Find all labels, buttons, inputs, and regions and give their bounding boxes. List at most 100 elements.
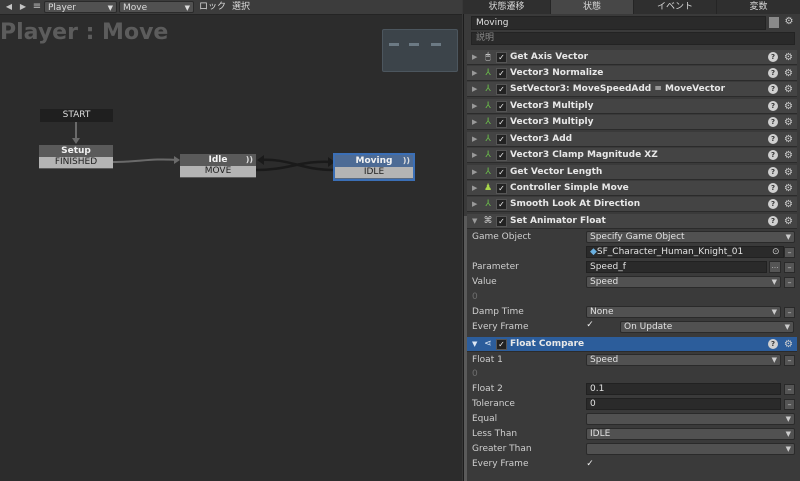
gear-icon[interactable]: ⚙ bbox=[784, 148, 793, 163]
expand-arrow-icon[interactable]: ▶ bbox=[472, 115, 477, 130]
enabled-checkbox[interactable]: ✓ bbox=[496, 101, 507, 112]
every-frame-checkbox[interactable]: ✓ bbox=[585, 320, 595, 330]
expand-arrow-icon[interactable]: ▶ bbox=[472, 181, 477, 196]
tab-variables[interactable]: 変数 bbox=[717, 0, 800, 14]
more-options-button[interactable]: … bbox=[769, 261, 781, 273]
enabled-checkbox[interactable]: ✓ bbox=[496, 339, 507, 350]
gear-icon[interactable]: ⚙ bbox=[784, 66, 793, 81]
help-icon[interactable]: ? bbox=[768, 52, 778, 62]
game-object-select[interactable]: Specify Game Object ▼ bbox=[586, 231, 795, 243]
gear-icon[interactable]: ⚙ bbox=[784, 99, 793, 114]
expand-arrow-icon[interactable]: ▶ bbox=[472, 66, 477, 81]
tab-transitions[interactable]: 状態遷移 bbox=[463, 0, 551, 14]
action-row[interactable]: ▶ ♟ ✓ Controller Simple Move ? ⚙ bbox=[467, 181, 797, 196]
float2-field[interactable]: 0.1 bbox=[586, 383, 781, 395]
expand-arrow-icon[interactable]: ▶ bbox=[472, 99, 477, 114]
action-row[interactable]: ▶ 🖱 ✓ Get Axis Vector ? ⚙ bbox=[467, 50, 797, 65]
greater-than-event-select[interactable]: ▼ bbox=[586, 443, 795, 455]
state-color-swatch[interactable] bbox=[769, 17, 779, 28]
description-field[interactable]: 説明 bbox=[471, 32, 795, 45]
gear-icon[interactable]: ⚙ bbox=[784, 50, 793, 65]
value-select[interactable]: Speed ▼ bbox=[586, 276, 781, 288]
action-row-set-animator-float[interactable]: ▼ ⌘ ✓ Set Animator Float ? ⚙ bbox=[467, 214, 797, 229]
action-row[interactable]: ▶ ⅄ ✓ SetVector3: MoveSpeedAdd = MoveVec… bbox=[467, 82, 797, 97]
expand-arrow-icon[interactable]: ▶ bbox=[472, 148, 477, 163]
idle-node[interactable]: Idle)) MOVE bbox=[180, 154, 256, 178]
gear-icon[interactable]: ⚙ bbox=[784, 337, 793, 352]
expand-arrow-icon[interactable]: ▶ bbox=[472, 132, 477, 147]
start-node[interactable]: START bbox=[40, 109, 113, 122]
remove-button[interactable]: – bbox=[784, 247, 795, 258]
collapse-arrow-icon[interactable]: ▼ bbox=[472, 337, 477, 352]
update-mode-select[interactable]: On Update ▼ bbox=[620, 321, 794, 333]
collapse-arrow-icon[interactable]: ▼ bbox=[472, 214, 477, 229]
less-than-event-select[interactable]: IDLE ▼ bbox=[586, 428, 795, 440]
help-icon[interactable]: ? bbox=[768, 84, 778, 94]
moving-node[interactable]: Moving)) IDLE bbox=[333, 153, 415, 181]
help-icon[interactable]: ? bbox=[768, 68, 778, 78]
enabled-checkbox[interactable]: ✓ bbox=[496, 150, 507, 161]
state-name-field[interactable]: Moving bbox=[471, 16, 766, 30]
expand-arrow-icon[interactable]: ▶ bbox=[472, 197, 477, 212]
help-icon[interactable]: ? bbox=[768, 117, 778, 127]
object-picker-icon[interactable]: ⊙ bbox=[772, 246, 782, 258]
action-row-float-compare[interactable]: ▼ ⋖ ✓ Float Compare ? ⚙ bbox=[467, 337, 797, 352]
compare-every-frame-checkbox[interactable]: ✓ bbox=[585, 459, 595, 469]
inspector-scrollbar[interactable] bbox=[464, 216, 467, 481]
action-row[interactable]: ▶ ⅄ ✓ Get Vector Length ? ⚙ bbox=[467, 165, 797, 180]
tab-state[interactable]: 状態 bbox=[551, 0, 634, 14]
enabled-checkbox[interactable]: ✓ bbox=[496, 117, 507, 128]
parameter-field[interactable]: Speed_f bbox=[586, 261, 767, 273]
help-icon[interactable]: ? bbox=[768, 199, 778, 209]
gear-icon[interactable]: ⚙ bbox=[784, 115, 793, 130]
action-row[interactable]: ▶ ⅄ ✓ Vector3 Normalize ? ⚙ bbox=[467, 66, 797, 81]
enabled-checkbox[interactable]: ✓ bbox=[496, 134, 507, 145]
action-row[interactable]: ▶ ⅄ ✓ Vector3 Add ? ⚙ bbox=[467, 132, 797, 147]
expand-arrow-icon[interactable]: ▶ bbox=[472, 50, 477, 65]
enabled-checkbox[interactable]: ✓ bbox=[496, 183, 507, 194]
remove-button[interactable]: – bbox=[784, 307, 795, 318]
moving-node-title: Moving bbox=[355, 156, 393, 166]
remove-button[interactable]: – bbox=[784, 384, 795, 395]
help-icon[interactable]: ? bbox=[768, 150, 778, 160]
state-gear-icon[interactable]: ⚙ bbox=[783, 15, 795, 29]
damp-time-select[interactable]: None ▼ bbox=[586, 306, 781, 318]
gear-icon[interactable]: ⚙ bbox=[784, 165, 793, 180]
gear-icon[interactable]: ⚙ bbox=[784, 82, 793, 97]
action-label: Set Animator Float bbox=[510, 216, 606, 226]
expand-arrow-icon[interactable]: ▶ bbox=[472, 82, 477, 97]
remove-button[interactable]: – bbox=[784, 262, 795, 273]
chevron-down-icon: ▼ bbox=[785, 233, 791, 241]
object-field[interactable]: ◆SF_Character_Human_Knight_01 bbox=[586, 246, 784, 258]
help-icon[interactable]: ? bbox=[768, 134, 778, 144]
moving-node-header: Moving)) bbox=[335, 155, 413, 167]
enabled-checkbox[interactable]: ✓ bbox=[496, 216, 507, 227]
help-icon[interactable]: ? bbox=[768, 216, 778, 226]
tab-events[interactable]: イベント bbox=[634, 0, 717, 14]
help-icon[interactable]: ? bbox=[768, 101, 778, 111]
remove-button[interactable]: – bbox=[784, 399, 795, 410]
action-row[interactable]: ▶ ⅄ ✓ Vector3 Clamp Magnitude XZ ? ⚙ bbox=[467, 148, 797, 163]
gear-icon[interactable]: ⚙ bbox=[784, 181, 793, 196]
action-row[interactable]: ▶ ⅄ ✓ Smooth Look At Direction ? ⚙ bbox=[467, 197, 797, 212]
gear-icon[interactable]: ⚙ bbox=[784, 214, 793, 229]
setup-node[interactable]: Setup FINISHED bbox=[39, 145, 113, 169]
remove-button[interactable]: – bbox=[784, 277, 795, 288]
gear-icon[interactable]: ⚙ bbox=[784, 132, 793, 147]
help-icon[interactable]: ? bbox=[768, 339, 778, 349]
remove-button[interactable]: – bbox=[784, 355, 795, 366]
enabled-checkbox[interactable]: ✓ bbox=[496, 167, 507, 178]
help-icon[interactable]: ? bbox=[768, 183, 778, 193]
enabled-checkbox[interactable]: ✓ bbox=[496, 52, 507, 63]
help-icon[interactable]: ? bbox=[768, 167, 778, 177]
tolerance-field[interactable]: 0 bbox=[586, 398, 781, 410]
action-row[interactable]: ▶ ⅄ ✓ Vector3 Multiply ? ⚙ bbox=[467, 115, 797, 130]
enabled-checkbox[interactable]: ✓ bbox=[496, 84, 507, 95]
enabled-checkbox[interactable]: ✓ bbox=[496, 199, 507, 210]
expand-arrow-icon[interactable]: ▶ bbox=[472, 165, 477, 180]
gear-icon[interactable]: ⚙ bbox=[784, 197, 793, 212]
equal-event-select[interactable]: ▼ bbox=[586, 413, 795, 425]
action-row[interactable]: ▶ ⅄ ✓ Vector3 Multiply ? ⚙ bbox=[467, 99, 797, 114]
enabled-checkbox[interactable]: ✓ bbox=[496, 68, 507, 79]
float1-select[interactable]: Speed ▼ bbox=[586, 354, 781, 366]
